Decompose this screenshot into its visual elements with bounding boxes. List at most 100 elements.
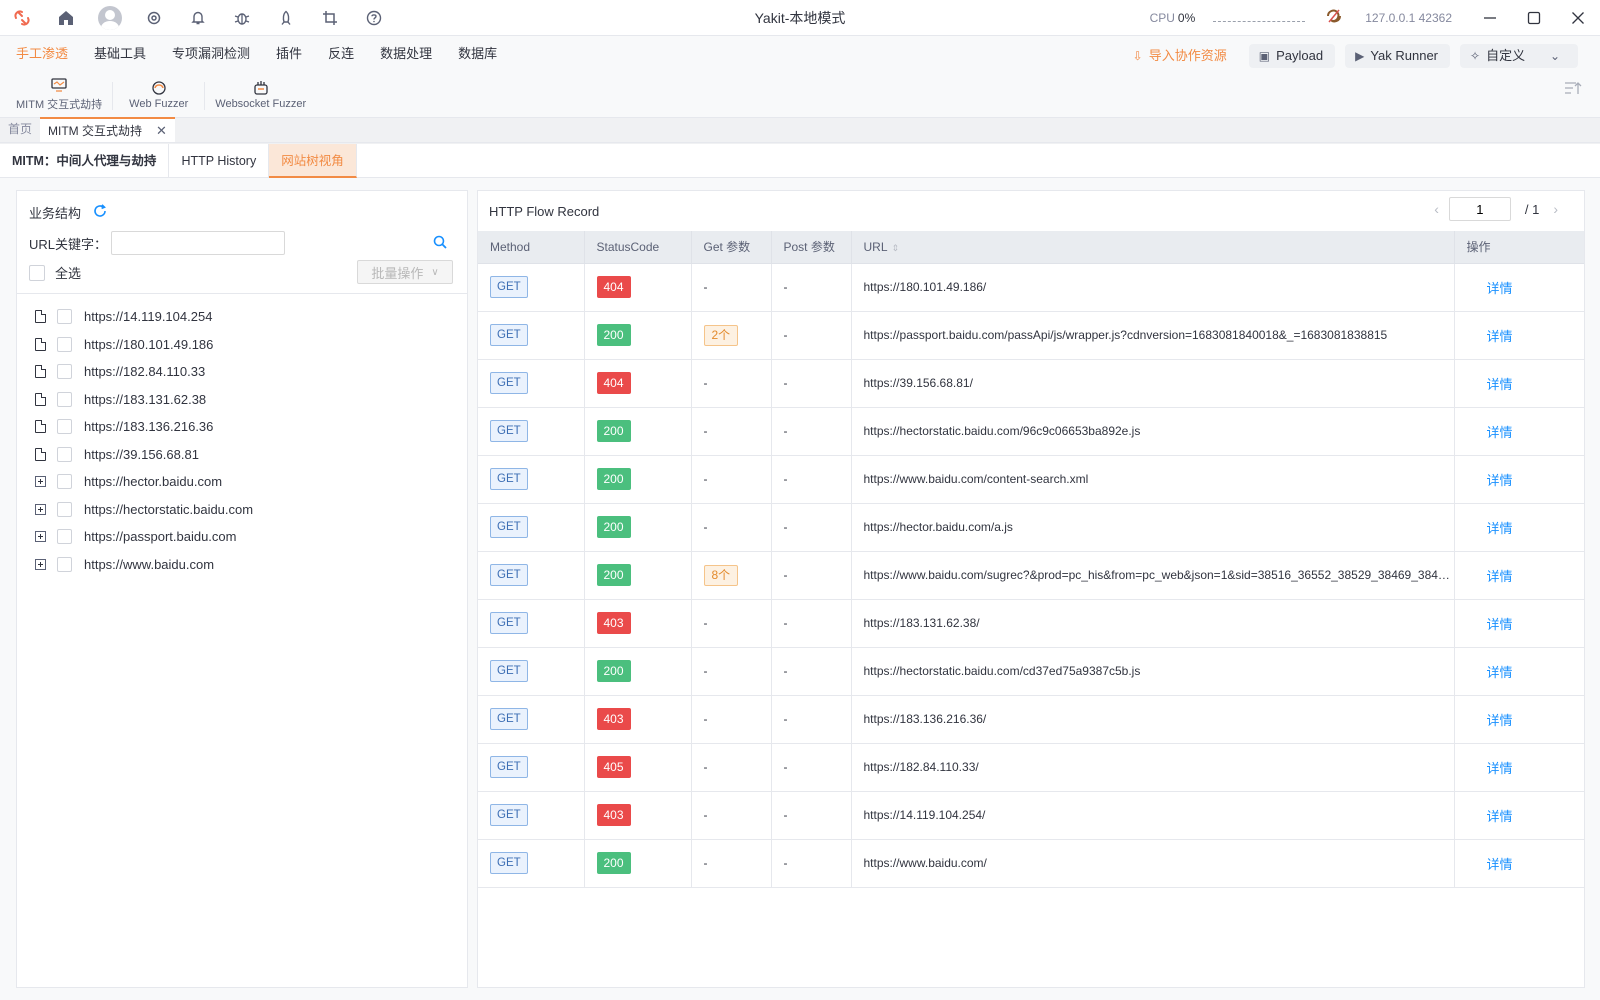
tree-node-label[interactable]: https://14.119.104.254 — [84, 309, 212, 324]
table-row[interactable]: GET 200 - - https://www.baidu.com/详情 — [478, 839, 1584, 888]
url-cell[interactable]: https://www.baidu.com/content-search.xml — [851, 455, 1455, 504]
detail-link[interactable]: 详情 — [1467, 473, 1513, 488]
page-number-input[interactable] — [1448, 197, 1511, 221]
url-cell[interactable]: https://hectorstatic.baidu.com/cd37ed75a… — [851, 647, 1455, 696]
url-cell[interactable]: https://hector.baidu.com/a.js — [851, 503, 1455, 552]
table-row[interactable]: GET 404 - - https://39.156.68.81/详情 — [478, 359, 1584, 408]
tree-node-label[interactable]: https://182.84.110.33 — [84, 364, 205, 379]
get-params-badge[interactable]: 8个 — [703, 564, 739, 586]
detail-link[interactable]: 详情 — [1467, 521, 1513, 536]
detail-link[interactable]: 详情 — [1467, 425, 1513, 440]
url-cell[interactable]: https://183.131.62.38/ — [851, 599, 1455, 648]
url-cell[interactable]: https://hectorstatic.baidu.com/96c9c0665… — [851, 407, 1455, 456]
tree-node-label[interactable]: https://183.131.62.38 — [84, 392, 206, 407]
column-header-url[interactable]: URL ⇕ — [851, 231, 1455, 264]
table-row[interactable]: GET 405 - - https://182.84.110.33/详情 — [478, 743, 1584, 792]
menu-item-manual-pentest[interactable]: 手工渗透 — [6, 36, 78, 72]
tab-site-tree[interactable]: 网站树视角 — [269, 144, 357, 178]
tab-mitm-proxy[interactable]: MITM：中间人代理与劫持 — [0, 144, 170, 178]
table-row[interactable]: GET 200 2个 - https://passport.baidu.com/pass… — [478, 311, 1584, 360]
tab-mitm[interactable]: MITM 交互式劫持 ✕ — [40, 117, 175, 142]
tree-node[interactable]: https://www.baidu.com — [33, 551, 453, 579]
sort-icon[interactable]: ⇕ — [892, 243, 900, 253]
menu-item-reverse[interactable]: 反连 — [318, 36, 364, 72]
tree-node-checkbox[interactable] — [57, 529, 72, 545]
tree-node-checkbox[interactable] — [57, 556, 72, 572]
prev-page-icon[interactable]: ‹ — [1434, 201, 1439, 217]
column-header-post-params[interactable]: Post 参数 — [771, 231, 852, 264]
menu-item-plugins[interactable]: 插件 — [266, 36, 312, 72]
tree-node-label[interactable]: https://hector.baidu.com — [84, 474, 222, 489]
url-cell[interactable]: https://183.136.216.36/ — [851, 695, 1455, 744]
plus-square-icon[interactable] — [34, 476, 46, 488]
engine-status-icon[interactable] — [1325, 7, 1343, 30]
table-row[interactable]: GET 403 - - https://183.131.62.38/详情 — [478, 599, 1584, 648]
detail-link[interactable]: 详情 — [1467, 377, 1513, 392]
table-row[interactable]: GET 200 - - https://www.baidu.com/content-se… — [478, 455, 1584, 504]
column-header-method[interactable]: Method — [478, 231, 585, 264]
detail-link[interactable]: 详情 — [1467, 713, 1513, 728]
custom-menu-select[interactable]: ✧ 自定义 ⌄ — [1460, 44, 1578, 68]
table-row[interactable]: GET 404 - - https://180.101.49.186/详情 — [478, 263, 1584, 312]
menu-item-database[interactable]: 数据库 — [448, 36, 507, 72]
url-cell[interactable]: https://www.baidu.com/ — [851, 839, 1455, 888]
plus-square-icon[interactable] — [34, 503, 46, 515]
maximize-button[interactable] — [1512, 0, 1556, 36]
table-row[interactable]: GET 403 - - https://14.119.104.254/详情 — [478, 791, 1584, 840]
close-icon[interactable]: ✕ — [156, 120, 167, 142]
help-icon[interactable] — [352, 0, 396, 36]
column-header-get-params[interactable]: Get 参数 — [691, 231, 772, 264]
batch-operation-dropdown[interactable]: 批量操作 ∨ — [357, 260, 453, 284]
tree-node-label[interactable]: https://hectorstatic.baidu.com — [84, 502, 253, 517]
table-row[interactable]: GET 200 - - https://hectorstatic.baidu.com/9… — [478, 407, 1584, 456]
sub-menu-web-fuzzer[interactable]: Web Fuzzer — [113, 72, 204, 118]
tree-node-label[interactable]: https://passport.baidu.com — [84, 529, 236, 544]
tree-node-checkbox[interactable] — [57, 364, 72, 380]
table-row[interactable]: GET 200 - - https://hector.baidu.com/a.js 详情 — [478, 503, 1584, 552]
table-row[interactable]: GET 200 - - https://hectorstatic.baidu.com/c… — [478, 647, 1584, 696]
tree-node-checkbox[interactable] — [57, 501, 72, 517]
select-all-checkbox[interactable] — [29, 264, 45, 281]
detail-link[interactable]: 详情 — [1467, 281, 1513, 296]
yakit-logo-icon[interactable] — [0, 0, 44, 36]
url-cell[interactable]: https://www.baidu.com/sugrec?&prod=pc_hi… — [851, 551, 1455, 600]
tree-node-checkbox[interactable] — [57, 446, 72, 462]
tree-node[interactable]: https://182.84.110.33 — [33, 358, 453, 386]
tree-node-checkbox[interactable] — [57, 309, 72, 325]
detail-link[interactable]: 详情 — [1467, 329, 1513, 344]
plus-square-icon[interactable] — [34, 558, 46, 570]
minimize-button[interactable] — [1468, 0, 1512, 36]
yak-runner-button[interactable]: ▶ Yak Runner — [1345, 44, 1450, 68]
import-resources-button[interactable]: ⇩ 导入协作资源 — [1123, 44, 1239, 68]
tree-node[interactable]: https://14.119.104.254 — [33, 303, 453, 331]
detail-link[interactable]: 详情 — [1467, 857, 1513, 872]
tab-http-history[interactable]: HTTP History — [169, 144, 270, 178]
next-page-icon[interactable]: › — [1553, 201, 1558, 217]
detail-link[interactable]: 详情 — [1467, 809, 1513, 824]
sub-menu-mitm[interactable]: MITM 交互式劫持 — [6, 72, 112, 118]
tree-node-checkbox[interactable] — [57, 391, 72, 407]
payload-button[interactable]: ▣ Payload — [1248, 44, 1336, 68]
tree-node-checkbox[interactable] — [57, 419, 72, 435]
detail-link[interactable]: 详情 — [1467, 617, 1513, 632]
rocket-icon[interactable] — [264, 0, 308, 36]
search-icon[interactable] — [433, 235, 447, 252]
column-header-status[interactable]: StatusCode — [584, 231, 692, 264]
tree-node[interactable]: https://183.131.62.38 — [33, 386, 453, 414]
home-icon[interactable] — [44, 0, 88, 36]
tree-node[interactable]: https://hectorstatic.baidu.com — [33, 496, 453, 524]
tree-node-label[interactable]: https://www.baidu.com — [84, 557, 214, 572]
table-row[interactable]: GET 403 - - https://183.136.216.36/详情 — [478, 695, 1584, 744]
detail-link[interactable]: 详情 — [1467, 761, 1513, 776]
url-keyword-input[interactable] — [111, 231, 286, 255]
get-params-badge[interactable]: 2个 — [703, 324, 739, 346]
detail-link[interactable]: 详情 — [1467, 665, 1513, 680]
bug-icon[interactable] — [220, 0, 264, 36]
tree-node-label[interactable]: https://180.101.49.186 — [84, 337, 213, 352]
url-cell[interactable]: https://182.84.110.33/ — [851, 743, 1455, 792]
tree-node-checkbox[interactable] — [57, 336, 72, 352]
menu-item-data-processing[interactable]: 数据处理 — [370, 36, 442, 72]
tree-node-label[interactable]: https://39.156.68.81 — [84, 447, 199, 462]
plus-square-icon[interactable] — [34, 531, 46, 543]
crop-icon[interactable] — [308, 0, 352, 36]
